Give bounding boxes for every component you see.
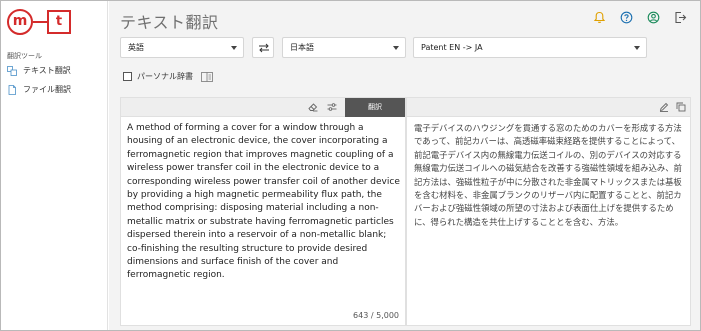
model-select[interactable]: Patent EN -> JA — [413, 37, 647, 58]
translate-button[interactable]: 翻訳 — [345, 98, 405, 117]
eraser-icon[interactable] — [308, 102, 318, 112]
sidebar-section-label: 翻訳ツール — [7, 52, 42, 60]
logout-icon[interactable] — [674, 11, 687, 24]
user-icon[interactable] — [647, 11, 660, 24]
chevron-down-icon — [393, 46, 399, 50]
swap-icon — [259, 43, 269, 53]
model-value: Patent EN -> JA — [421, 43, 483, 52]
sidebar-item-text-translation[interactable]: テキスト翻訳 — [7, 65, 71, 76]
source-language-value: 英語 — [128, 43, 144, 52]
character-counter: 643 / 5,000 — [353, 311, 399, 320]
mt-logo[interactable]: m t — [7, 9, 73, 35]
source-text-input[interactable]: A method of forming a cover for a window… — [127, 122, 401, 283]
dictionary-icon[interactable] — [201, 71, 213, 82]
personal-dictionary-checkbox[interactable] — [123, 72, 132, 81]
sliders-icon[interactable] — [327, 102, 337, 112]
swap-languages-button[interactable] — [252, 37, 274, 58]
personal-dictionary-row: パーソナル辞書 — [123, 71, 213, 82]
header-icons — [579, 11, 687, 24]
copy-icon[interactable] — [676, 102, 686, 112]
help-icon[interactable] — [620, 11, 633, 24]
file-icon — [8, 84, 16, 95]
sidebar-item-label: ファイル翻訳 — [23, 85, 71, 94]
source-language-select[interactable]: 英語 — [120, 37, 244, 58]
sidebar: m t 翻訳ツール テキスト翻訳 ファイル翻訳 — [1, 1, 108, 330]
target-panel-toolbar — [407, 98, 690, 117]
sidebar-item-label: テキスト翻訳 — [23, 66, 71, 75]
edit-icon[interactable] — [659, 102, 669, 112]
sidebar-item-file-translation[interactable]: ファイル翻訳 — [7, 84, 71, 95]
personal-dictionary-label: パーソナル辞書 — [137, 72, 193, 81]
source-panel: 翻訳 A method of forming a cover for a win… — [120, 97, 406, 326]
target-language-select[interactable]: 日本語 — [282, 37, 406, 58]
bell-icon[interactable] — [593, 11, 606, 24]
chevron-down-icon — [634, 46, 640, 50]
main-area: テキスト翻訳 英語 日本語 Patent EN -> JA パーソナル辞書 翻訳… — [109, 1, 700, 330]
target-language-value: 日本語 — [290, 43, 314, 52]
logo-m: m — [7, 9, 33, 35]
chevron-down-icon — [231, 46, 237, 50]
logo-t: t — [47, 10, 71, 34]
source-panel-toolbar: 翻訳 — [121, 98, 405, 117]
logo-connector — [33, 21, 47, 23]
page-title: テキスト翻訳 — [120, 13, 219, 32]
translate-icon — [7, 65, 17, 76]
target-panel: 電子デバイスのハウジングを貫通する窓のためのカバーを形成する方法であって、前記カ… — [406, 97, 691, 326]
translated-text: 電子デバイスのハウジングを貫通する窓のためのカバーを形成する方法であって、前記カ… — [414, 123, 682, 227]
